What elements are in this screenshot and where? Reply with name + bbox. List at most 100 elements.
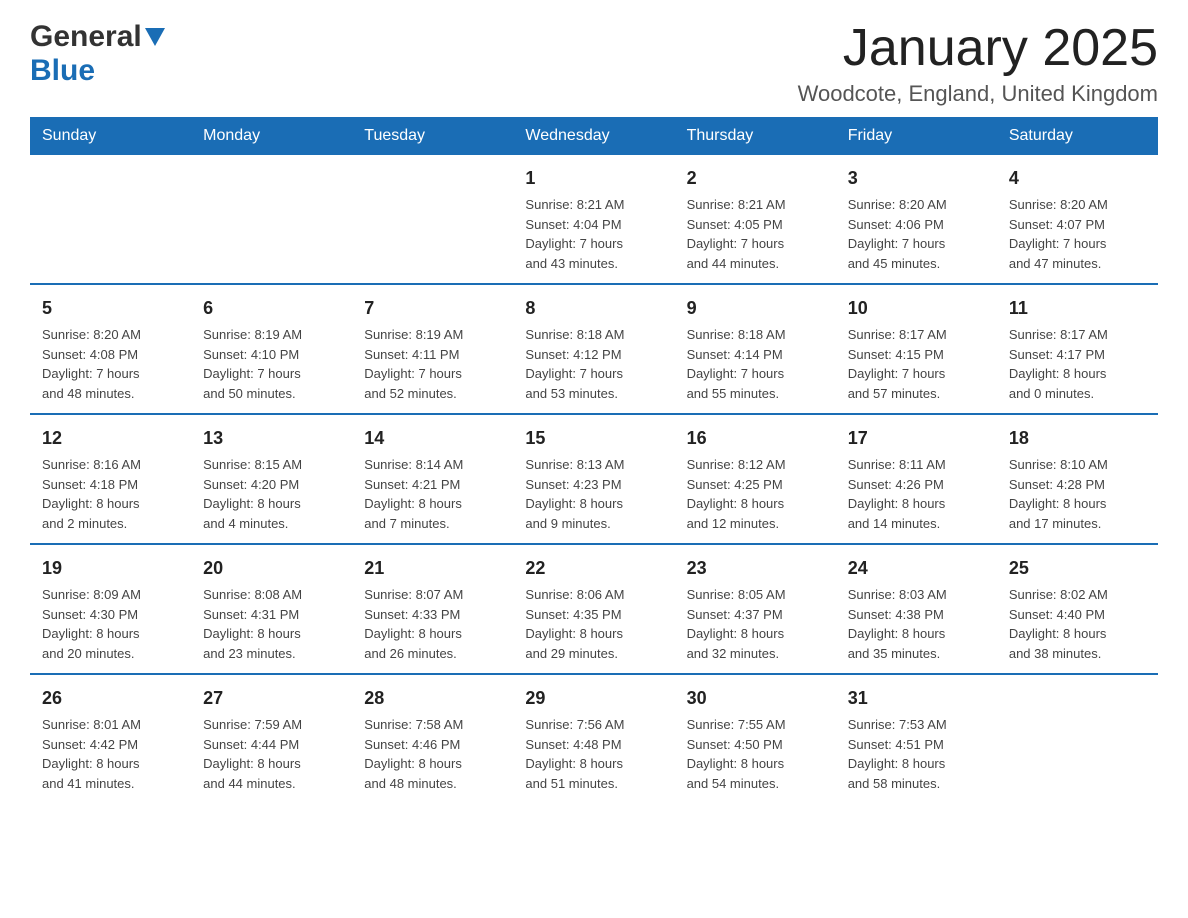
- calendar-body: 1Sunrise: 8:21 AM Sunset: 4:04 PM Daylig…: [30, 155, 1158, 803]
- day-cell: 6Sunrise: 8:19 AM Sunset: 4:10 PM Daylig…: [191, 284, 352, 414]
- day-info: Sunrise: 8:03 AM Sunset: 4:38 PM Dayligh…: [848, 585, 985, 663]
- day-info: Sunrise: 8:20 AM Sunset: 4:08 PM Dayligh…: [42, 325, 179, 403]
- day-cell: 25 Sunrise: 8:02 AM Sunset: 4:40 PM Dayli…: [997, 544, 1158, 674]
- day-info: Sunrise: 8:19 AM Sunset: 4:10 PM Dayligh…: [203, 325, 340, 403]
- day-info: Sunrise: 7:55 AM Sunset: 4:50 PM Dayligh…: [687, 715, 824, 793]
- day-cell: 26 Sunrise: 8:01 AM Sunset: 4:42 PM Dayli…: [30, 674, 191, 803]
- day-cell: 3Sunrise: 8:20 AM Sunset: 4:06 PM Daylig…: [836, 155, 997, 284]
- day-cell: [191, 155, 352, 284]
- day-info: Sunrise: 8:06 AM Sunset: 4:35 PM Dayligh…: [525, 585, 662, 663]
- week-row-3: 12 Sunrise: 8:16 AM Sunset: 4:18 PM Dayli…: [30, 414, 1158, 544]
- day-cell: 18Sunrise: 8:10 AM Sunset: 4:28 PM Dayli…: [997, 414, 1158, 544]
- day-number: 27: [203, 685, 340, 712]
- logo-blue-text: Blue: [30, 54, 95, 87]
- day-info: Sunrise: 7:59 AM Sunset: 4:44 PM Dayligh…: [203, 715, 340, 793]
- day-info: Sunrise: 7:56 AM Sunset: 4:48 PM Dayligh…: [525, 715, 662, 793]
- week-row-2: 5 Sunrise: 8:20 AM Sunset: 4:08 PM Daylig…: [30, 284, 1158, 414]
- day-cell: 19Sunrise: 8:09 AM Sunset: 4:30 PM Dayli…: [30, 544, 191, 674]
- week-row-1: 1Sunrise: 8:21 AM Sunset: 4:04 PM Daylig…: [30, 155, 1158, 284]
- day-info: Sunrise: 8:17 AM Sunset: 4:15 PM Dayligh…: [848, 325, 985, 403]
- day-info: Sunrise: 8:18 AM Sunset: 4:14 PM Dayligh…: [687, 325, 824, 403]
- day-info: Sunrise: 8:15 AM Sunset: 4:20 PM Dayligh…: [203, 455, 340, 533]
- calendar-title: January 2025: [798, 20, 1158, 77]
- day-number: 13: [203, 425, 340, 452]
- day-number: 5: [42, 295, 179, 322]
- day-info: Sunrise: 8:07 AM Sunset: 4:33 PM Dayligh…: [364, 585, 501, 663]
- day-info: Sunrise: 8:10 AM Sunset: 4:28 PM Dayligh…: [1009, 455, 1146, 533]
- calendar-table: SundayMondayTuesdayWednesdayThursdayFrid…: [30, 117, 1158, 803]
- day-number: 2: [687, 165, 824, 192]
- day-cell: 21Sunrise: 8:07 AM Sunset: 4:33 PM Dayli…: [352, 544, 513, 674]
- day-number: 9: [687, 295, 824, 322]
- day-info: Sunrise: 8:05 AM Sunset: 4:37 PM Dayligh…: [687, 585, 824, 663]
- day-cell: 5 Sunrise: 8:20 AM Sunset: 4:08 PM Daylig…: [30, 284, 191, 414]
- day-cell: 30Sunrise: 7:55 AM Sunset: 4:50 PM Dayli…: [675, 674, 836, 803]
- day-cell: 7 Sunrise: 8:19 AM Sunset: 4:11 PM Daylig…: [352, 284, 513, 414]
- logo: General Blue: [30, 20, 165, 88]
- day-cell: 16 Sunrise: 8:12 AM Sunset: 4:25 PM Dayli…: [675, 414, 836, 544]
- day-number: 23: [687, 555, 824, 582]
- day-cell: 2 Sunrise: 8:21 AM Sunset: 4:05 PM Daylig…: [675, 155, 836, 284]
- header-cell-saturday: Saturday: [997, 117, 1158, 155]
- day-cell: 11Sunrise: 8:17 AM Sunset: 4:17 PM Dayli…: [997, 284, 1158, 414]
- header-cell-monday: Monday: [191, 117, 352, 155]
- day-number: 7: [364, 295, 501, 322]
- day-cell: 24 Sunrise: 8:03 AM Sunset: 4:38 PM Dayli…: [836, 544, 997, 674]
- day-number: 12: [42, 425, 179, 452]
- calendar-subtitle: Woodcote, England, United Kingdom: [798, 81, 1158, 107]
- header-row: SundayMondayTuesdayWednesdayThursdayFrid…: [30, 117, 1158, 155]
- day-cell: 28Sunrise: 7:58 AM Sunset: 4:46 PM Dayli…: [352, 674, 513, 803]
- header-cell-wednesday: Wednesday: [513, 117, 674, 155]
- day-cell: [352, 155, 513, 284]
- day-cell: 8 Sunrise: 8:18 AM Sunset: 4:12 PM Daylig…: [513, 284, 674, 414]
- day-cell: 17Sunrise: 8:11 AM Sunset: 4:26 PM Dayli…: [836, 414, 997, 544]
- week-row-4: 19Sunrise: 8:09 AM Sunset: 4:30 PM Dayli…: [30, 544, 1158, 674]
- day-info: Sunrise: 8:14 AM Sunset: 4:21 PM Dayligh…: [364, 455, 501, 533]
- day-number: 1: [525, 165, 662, 192]
- day-info: Sunrise: 8:21 AM Sunset: 4:05 PM Dayligh…: [687, 195, 824, 273]
- day-number: 16: [687, 425, 824, 452]
- day-number: 4: [1009, 165, 1146, 192]
- day-number: 11: [1009, 295, 1146, 322]
- day-cell: 23 Sunrise: 8:05 AM Sunset: 4:37 PM Dayli…: [675, 544, 836, 674]
- header-cell-tuesday: Tuesday: [352, 117, 513, 155]
- day-info: Sunrise: 8:11 AM Sunset: 4:26 PM Dayligh…: [848, 455, 985, 533]
- day-cell: 22 Sunrise: 8:06 AM Sunset: 4:35 PM Dayli…: [513, 544, 674, 674]
- day-info: Sunrise: 8:19 AM Sunset: 4:11 PM Dayligh…: [364, 325, 501, 403]
- day-number: 25: [1009, 555, 1146, 582]
- day-number: 15: [525, 425, 662, 452]
- day-info: Sunrise: 8:20 AM Sunset: 4:07 PM Dayligh…: [1009, 195, 1146, 273]
- day-info: Sunrise: 8:01 AM Sunset: 4:42 PM Dayligh…: [42, 715, 179, 793]
- day-number: 26: [42, 685, 179, 712]
- day-number: 20: [203, 555, 340, 582]
- day-cell: 20 Sunrise: 8:08 AM Sunset: 4:31 PM Dayli…: [191, 544, 352, 674]
- day-info: Sunrise: 8:16 AM Sunset: 4:18 PM Dayligh…: [42, 455, 179, 533]
- day-info: Sunrise: 8:09 AM Sunset: 4:30 PM Dayligh…: [42, 585, 179, 663]
- header-cell-sunday: Sunday: [30, 117, 191, 155]
- day-number: 8: [525, 295, 662, 322]
- day-info: Sunrise: 7:58 AM Sunset: 4:46 PM Dayligh…: [364, 715, 501, 793]
- week-row-5: 26 Sunrise: 8:01 AM Sunset: 4:42 PM Dayli…: [30, 674, 1158, 803]
- header-cell-friday: Friday: [836, 117, 997, 155]
- day-info: Sunrise: 7:53 AM Sunset: 4:51 PM Dayligh…: [848, 715, 985, 793]
- day-info: Sunrise: 8:02 AM Sunset: 4:40 PM Dayligh…: [1009, 585, 1146, 663]
- day-info: Sunrise: 8:18 AM Sunset: 4:12 PM Dayligh…: [525, 325, 662, 403]
- day-number: 24: [848, 555, 985, 582]
- day-cell: 10Sunrise: 8:17 AM Sunset: 4:15 PM Dayli…: [836, 284, 997, 414]
- day-cell: 9 Sunrise: 8:18 AM Sunset: 4:14 PM Daylig…: [675, 284, 836, 414]
- day-cell: 15 Sunrise: 8:13 AM Sunset: 4:23 PM Dayli…: [513, 414, 674, 544]
- day-cell: 14 Sunrise: 8:14 AM Sunset: 4:21 PM Dayli…: [352, 414, 513, 544]
- day-number: 29: [525, 685, 662, 712]
- day-info: Sunrise: 8:12 AM Sunset: 4:25 PM Dayligh…: [687, 455, 824, 533]
- day-cell: [30, 155, 191, 284]
- calendar-header: SundayMondayTuesdayWednesdayThursdayFrid…: [30, 117, 1158, 155]
- day-cell: 13 Sunrise: 8:15 AM Sunset: 4:20 PM Dayli…: [191, 414, 352, 544]
- day-number: 14: [364, 425, 501, 452]
- day-info: Sunrise: 8:20 AM Sunset: 4:06 PM Dayligh…: [848, 195, 985, 273]
- logo-triangle-icon: [145, 28, 165, 51]
- day-number: 22: [525, 555, 662, 582]
- day-info: Sunrise: 8:08 AM Sunset: 4:31 PM Dayligh…: [203, 585, 340, 663]
- day-info: Sunrise: 8:13 AM Sunset: 4:23 PM Dayligh…: [525, 455, 662, 533]
- day-cell: 29 Sunrise: 7:56 AM Sunset: 4:48 PM Dayli…: [513, 674, 674, 803]
- day-cell: 12 Sunrise: 8:16 AM Sunset: 4:18 PM Dayli…: [30, 414, 191, 544]
